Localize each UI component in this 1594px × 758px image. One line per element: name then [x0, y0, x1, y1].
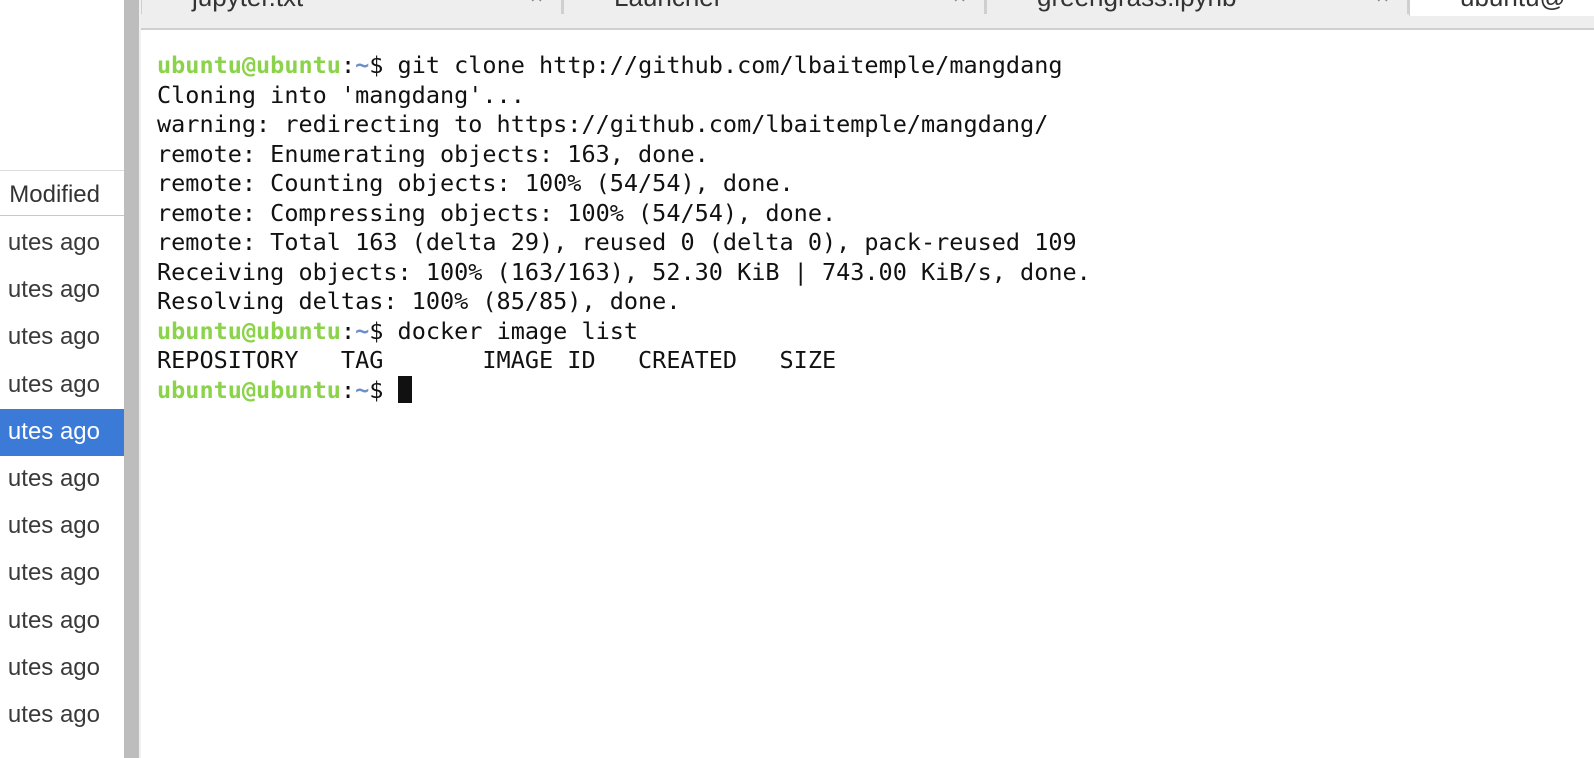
file-list-row[interactable]: utes ago — [0, 267, 124, 314]
modified-column-label: Modified — [9, 181, 100, 208]
modified-time: utes ago — [7, 559, 100, 587]
modified-time: utes ago — [7, 370, 100, 398]
prompt-separator: : — [340, 316, 356, 345]
terminal-output-line: remote: Counting objects: 100% (54/54), … — [157, 169, 794, 197]
file-list-row[interactable]: utes ago — [0, 598, 124, 645]
modified-time: utes ago — [7, 653, 100, 681]
modified-time: utes ago — [7, 606, 100, 634]
file-browser-panel: Modified utes ago utes ago utes ago utes ag… — [0, 0, 124, 758]
file-list-row[interactable]: utes ago — [0, 408, 124, 456]
close-icon[interactable]: × — [530, 0, 543, 10]
modified-time: utes ago — [7, 512, 100, 540]
terminal-cursor — [397, 375, 412, 403]
prompt-symbol: $ — [369, 316, 398, 345]
tab-label: ubuntu@ — [1460, 0, 1566, 13]
terminal-output-line: remote: Compressing objects: 100% (54/54… — [157, 198, 837, 227]
modified-time: utes ago — [7, 701, 100, 728]
tab-label: greengrass.ipynb — [1037, 0, 1236, 13]
terminal-output-line: remote: Total 163 (delta 29), reused 0 (… — [157, 228, 1077, 256]
modified-time: utes ago — [7, 276, 100, 304]
tab-bar: jupyter.txt × Launcher × greengrass.ipyn… — [141, 0, 1594, 30]
terminal-prompt-line: ubuntu@ubuntu:~$ docker image list — [157, 317, 1091, 347]
tab-launcher[interactable]: Launcher × — [563, 0, 986, 14]
close-icon[interactable]: × — [1376, 0, 1389, 10]
terminal-prompt-line: ubuntu@ubuntu:~$ — [157, 375, 1091, 406]
close-icon[interactable]: × — [953, 0, 966, 10]
prompt-symbol: $ — [369, 375, 398, 404]
tab-label: Launcher — [614, 0, 722, 13]
file-list-row[interactable]: utes ago — [0, 692, 124, 739]
panel-splitter[interactable] — [124, 0, 139, 758]
terminal-output-line: warning: redirecting to https://github.c… — [157, 110, 1049, 138]
file-list-row[interactable]: utes ago — [0, 550, 124, 597]
file-list-row[interactable]: utes ago — [0, 362, 124, 409]
terminal-output-line: REPOSITORY TAG IMAGE ID CREATED SIZE — [157, 346, 837, 374]
modified-time: utes ago — [7, 229, 100, 256]
modified-time: utes ago — [7, 417, 100, 445]
prompt-path: ~ — [355, 316, 370, 345]
prompt-separator: : — [340, 375, 356, 404]
terminal-output: ubuntu@ubuntu:~$ git clone http://github… — [157, 51, 1091, 405]
modified-column-header[interactable]: Modified — [0, 170, 124, 216]
tab-greengrass-ipynb[interactable]: greengrass.ipynb × — [986, 0, 1409, 14]
file-list-row[interactable]: utes ago — [0, 220, 124, 267]
prompt-separator: : — [340, 51, 356, 79]
prompt-path: ~ — [355, 51, 370, 79]
tab-terminal[interactable]: ubuntu@ — [1409, 0, 1594, 16]
prompt-user: ubuntu@ubuntu — [157, 316, 341, 345]
modified-time: utes ago — [7, 323, 100, 351]
command-text: docker image list — [397, 316, 639, 345]
terminal-output-line: Resolving deltas: 100% (85/85), done. — [157, 287, 681, 315]
tab-jupyter-txt[interactable]: jupyter.txt × — [141, 0, 563, 14]
file-list-row[interactable]: utes ago — [0, 503, 124, 550]
prompt-path: ~ — [355, 375, 370, 404]
terminal-output-line: remote: Enumerating objects: 163, done. — [157, 139, 709, 168]
prompt-symbol: $ — [369, 51, 398, 79]
terminal-prompt-line: ubuntu@ubuntu:~$ git clone http://github… — [157, 51, 1091, 81]
terminal[interactable]: ubuntu@ubuntu:~$ git clone http://github… — [141, 32, 1594, 758]
modified-time: utes ago — [7, 465, 100, 492]
terminal-output-line: Cloning into 'mangdang'... — [157, 80, 525, 109]
prompt-user: ubuntu@ubuntu — [157, 375, 341, 404]
file-list-row[interactable]: utes ago — [0, 645, 124, 692]
file-list-row[interactable]: utes ago — [0, 456, 124, 503]
tab-label: jupyter.txt — [192, 0, 303, 13]
file-list-row[interactable]: utes ago — [0, 314, 124, 361]
terminal-output-line: Receiving objects: 100% (163/163), 52.30… — [157, 257, 1091, 286]
prompt-user: ubuntu@ubuntu — [157, 51, 341, 79]
command-text: git clone http://github.com/lbaitemple/m… — [397, 51, 1063, 79]
